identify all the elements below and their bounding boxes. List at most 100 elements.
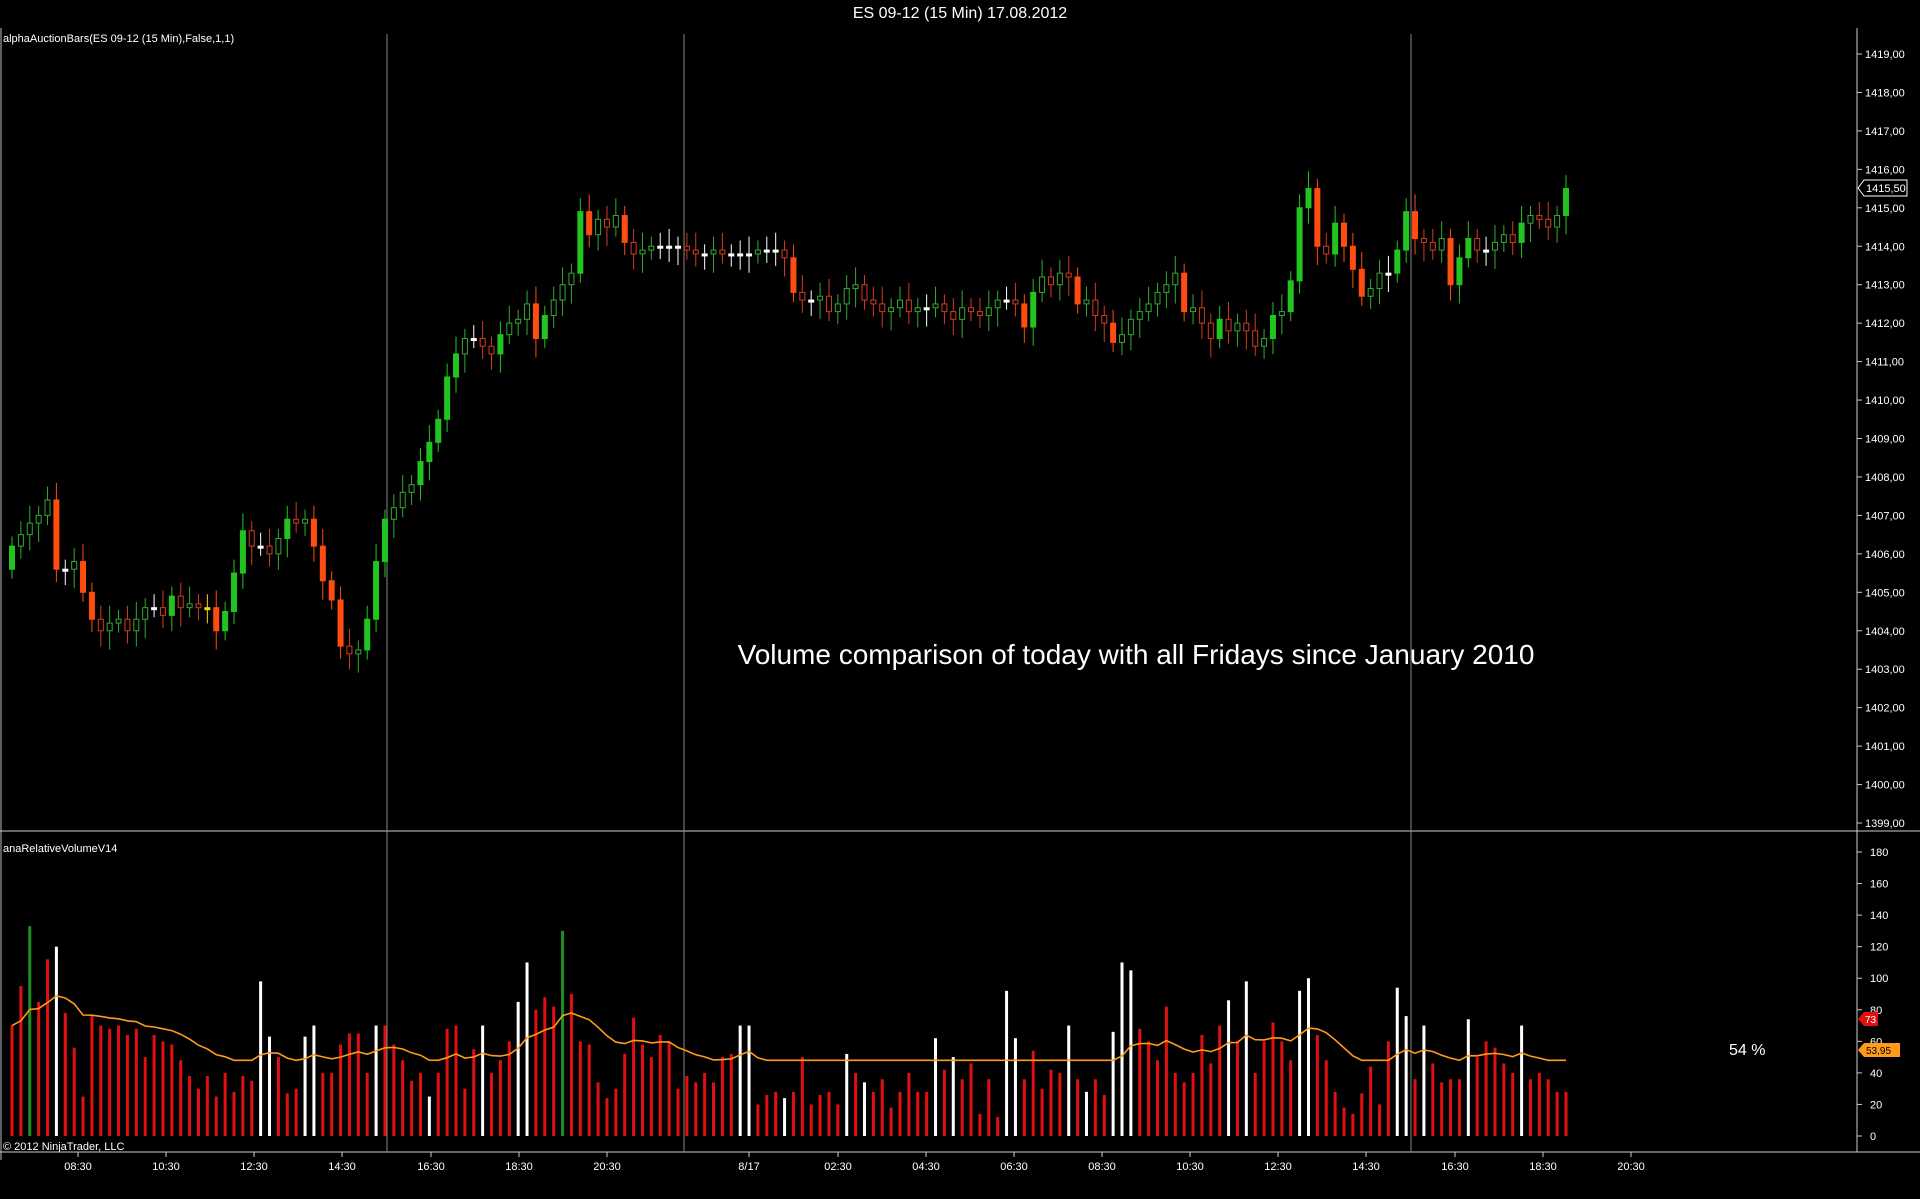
candle-body (737, 253, 744, 257)
candle-body (248, 530, 255, 547)
candle-body (62, 568, 69, 572)
volume-bar (1244, 981, 1248, 1136)
candle-body (1136, 311, 1143, 320)
candle-body (648, 245, 655, 251)
volume-bar (28, 926, 32, 1136)
volume-bar (259, 981, 263, 1136)
volume-bar (694, 1082, 698, 1136)
candle-body (985, 307, 992, 316)
candle-body (88, 591, 95, 620)
candle-body (968, 307, 975, 313)
volume-bar (383, 1025, 387, 1136)
time-tick-label: 04:30 (912, 1161, 940, 1173)
candle-body (657, 245, 664, 249)
price-tick-label: 1402,00 (1865, 703, 1905, 715)
volume-bar (942, 1069, 946, 1136)
last-price-tag: 1415,50 (1857, 179, 1908, 197)
volume-bar (836, 1104, 840, 1136)
candle-body (1154, 291, 1161, 305)
volume-bar (1262, 1041, 1266, 1136)
volume-bar (543, 997, 547, 1136)
candle-body (586, 211, 593, 236)
volume-bar (312, 1025, 316, 1136)
price-tick-label: 1417,00 (1865, 126, 1905, 138)
candle-body (994, 299, 1001, 309)
candle-body (1545, 218, 1552, 228)
candle-body (1074, 276, 1081, 305)
time-tick-label: 08:30 (64, 1161, 92, 1173)
volume-bar (587, 1044, 591, 1136)
candle-body (373, 561, 380, 620)
candle-body (124, 618, 131, 632)
volume-bar (223, 1072, 227, 1136)
price-tick-label: 1403,00 (1865, 664, 1905, 676)
candle-body (1412, 211, 1419, 240)
volume-bar (827, 1091, 831, 1136)
candle-body (1021, 303, 1028, 328)
volume-bar (809, 1104, 813, 1136)
volume-bar (161, 1041, 165, 1136)
price-tick-label: 1419,00 (1865, 49, 1905, 61)
volume-bar (1298, 990, 1302, 1136)
candle-body (621, 214, 628, 243)
candle-body (1065, 272, 1072, 278)
candle-body (1509, 234, 1516, 243)
time-tick-label: 16:30 (417, 1161, 445, 1173)
candle-body (53, 499, 60, 570)
price-tick-label: 1408,00 (1865, 472, 1905, 484)
price-tick-label: 1418,00 (1865, 87, 1905, 99)
chart-canvas[interactable]: 1419,00 1418,00 1417,00 1416,00 1415,00 1414,… (0, 0, 1920, 1199)
volume-bar (1227, 1000, 1231, 1136)
candle-body (444, 376, 451, 420)
volume-bar (951, 1057, 955, 1136)
volume-bar (401, 1060, 405, 1136)
volume-bar (800, 1057, 804, 1136)
candle-body (186, 603, 193, 609)
candle-body (790, 257, 797, 293)
volume-bar (365, 1072, 369, 1136)
candle-body (817, 295, 824, 301)
candle-body (231, 572, 237, 613)
candle-body (159, 607, 166, 616)
volume-bar (632, 1017, 636, 1136)
candle-body (133, 618, 140, 632)
volume-bar (747, 1025, 751, 1136)
volume-bar (63, 1012, 67, 1136)
time-tick-label: 16:30 (1441, 1161, 1469, 1173)
volume-bar (1324, 1060, 1328, 1136)
volume-bar (321, 1072, 325, 1136)
candle-body (808, 299, 815, 303)
candle-body (905, 299, 912, 313)
time-tick-label: 12:30 (1264, 1161, 1292, 1173)
volume-bar (108, 1028, 112, 1136)
candle-body (1039, 276, 1046, 293)
candle-body (506, 322, 513, 336)
candle-body (1563, 188, 1569, 216)
volume-bar (791, 1091, 795, 1136)
volume-bar (1493, 1047, 1497, 1136)
volume-bar (685, 1076, 689, 1136)
time-tick-label: 20:30 (593, 1161, 621, 1173)
volume-bar (561, 930, 565, 1136)
candle-body (275, 537, 282, 555)
volume-bar (1102, 1094, 1106, 1136)
volume-bar (960, 1079, 964, 1136)
candle-body (1145, 303, 1152, 313)
candle-body (177, 595, 184, 609)
candle-body (1225, 318, 1232, 332)
time-tick-label: 18:30 (505, 1161, 533, 1173)
volume-bar (934, 1038, 938, 1136)
candle-body (1429, 241, 1436, 251)
candle-body (381, 518, 388, 563)
candle-body (1491, 241, 1498, 251)
volume-bar (534, 1009, 538, 1136)
candle-body (266, 545, 273, 555)
candle-body (1207, 322, 1214, 340)
volume-bar (1138, 1028, 1142, 1136)
volume-bar (1466, 1019, 1470, 1136)
candle-body (1110, 322, 1117, 343)
candle-body (595, 218, 602, 236)
volume-bar (1360, 1093, 1364, 1136)
candle-body (1269, 314, 1276, 340)
volume-bar (987, 1079, 991, 1136)
